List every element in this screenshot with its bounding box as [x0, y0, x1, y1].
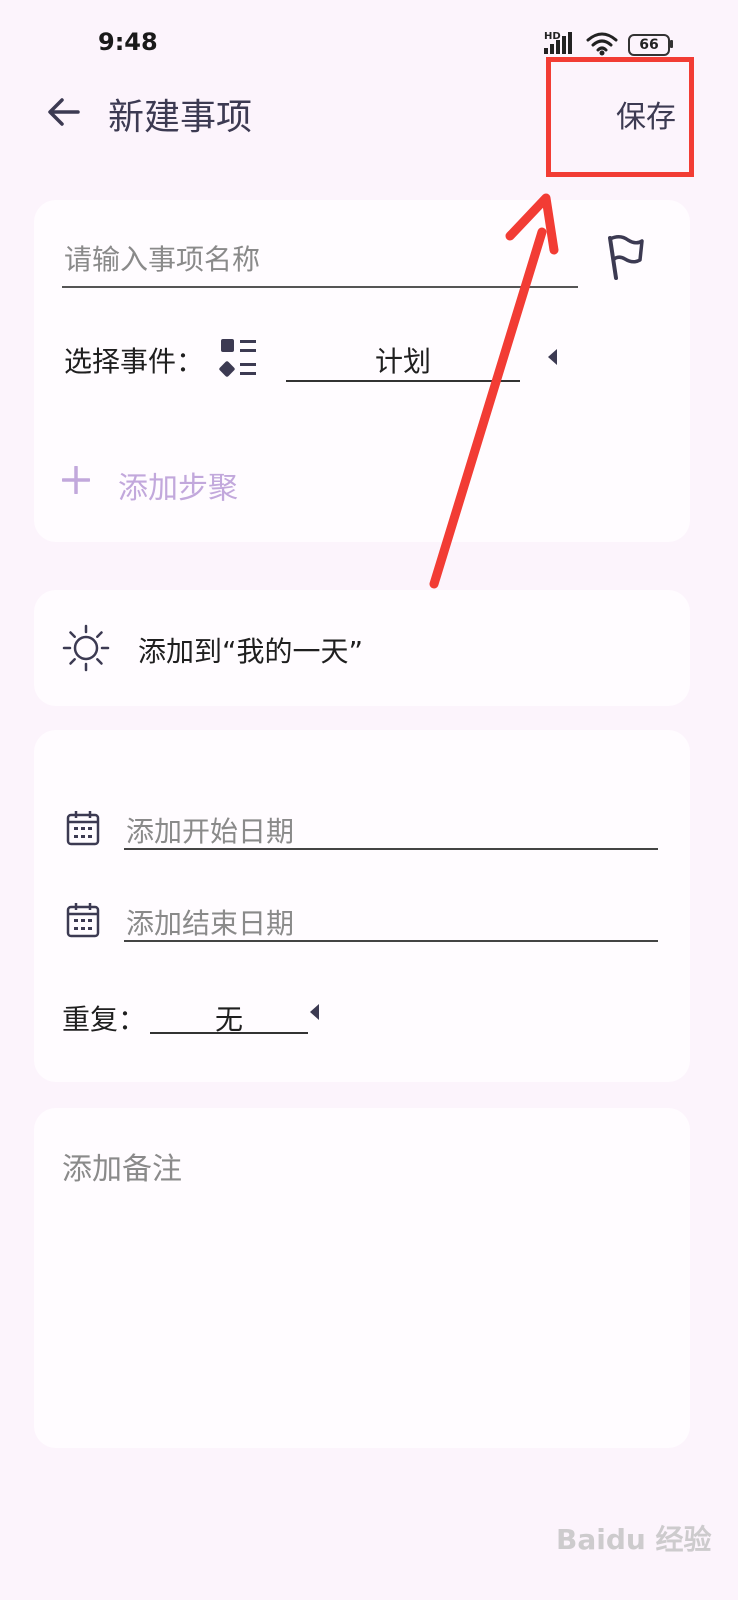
event-label: 选择事件： — [64, 345, 205, 378]
task-name-underline — [62, 286, 578, 288]
category-grid-icon — [219, 339, 256, 377]
task-name-input[interactable]: 请输入事项名称 — [64, 238, 260, 278]
start-date-underline — [124, 848, 658, 850]
dropdown-caret-icon[interactable] — [546, 349, 558, 365]
event-select[interactable]: 计划 — [286, 340, 520, 380]
calendar-icon — [66, 811, 100, 846]
calendar-icon — [66, 903, 100, 938]
add-step-button[interactable]: 添加步聚 — [118, 463, 238, 507]
end-date-input[interactable]: 添加结束日期 — [126, 902, 294, 942]
add-to-myday[interactable]: 添加到“我的一天” — [138, 630, 363, 670]
repeat-underline — [150, 1032, 308, 1034]
page-title: 新建事项 — [108, 97, 253, 138]
highlight-box — [546, 57, 694, 177]
battery-tip — [670, 40, 673, 48]
dropdown-caret-icon[interactable] — [308, 1004, 320, 1020]
event-underline — [286, 380, 520, 382]
end-date-underline — [124, 940, 658, 942]
repeat-label: 重复： — [62, 1003, 147, 1036]
notes-input[interactable]: 添加备注 — [62, 1144, 182, 1188]
watermark: Baidu 经验 — [556, 1523, 712, 1556]
start-date-input[interactable]: 添加开始日期 — [126, 810, 294, 850]
back-arrow-icon[interactable] — [44, 92, 84, 132]
status-time: 9:48 — [98, 28, 158, 56]
battery-icon: 66 — [628, 34, 670, 56]
flag-icon[interactable] — [600, 232, 646, 282]
wifi-icon — [586, 32, 618, 52]
plus-icon[interactable] — [62, 466, 90, 494]
sun-icon — [62, 624, 110, 672]
